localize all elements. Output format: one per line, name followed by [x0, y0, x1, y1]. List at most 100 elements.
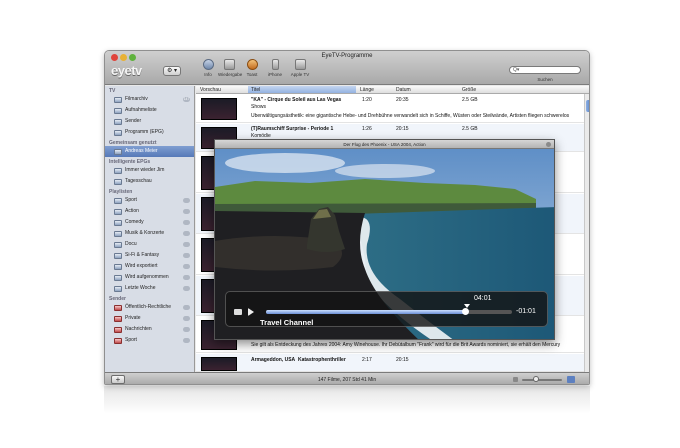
appletv-button[interactable]: Apple TV [289, 59, 311, 77]
playlist-icon [114, 231, 122, 237]
toast-icon [246, 59, 258, 70]
titlebar: EyeTV-Programme eyetv ⚙ ▾ Info Wiedergab… [105, 51, 589, 85]
sidebar-item-private[interactable]: Private [105, 313, 194, 324]
count-badge [183, 338, 190, 343]
remaining-time: -01:01 [516, 308, 536, 315]
sidebar-item-exporting[interactable]: Wird exportiert [105, 261, 194, 272]
info-button[interactable]: Info [197, 59, 219, 77]
sidebar-item-comedy[interactable]: Comedy [105, 217, 194, 228]
iphone-button[interactable]: iPhone [264, 59, 286, 77]
count-badge [183, 198, 190, 203]
count-badge [183, 286, 190, 291]
channel-group-icon [114, 305, 122, 311]
sidebar-item-programm[interactable]: Programm (EPG) [105, 127, 194, 138]
playlist-icon [114, 209, 122, 215]
playlist-icon [114, 253, 122, 259]
sidebar-item-label: Aufnahmeliste [125, 107, 157, 113]
sidebar-item-sport[interactable]: Sport [105, 195, 194, 206]
row-title: Armageddon, USA [251, 357, 296, 363]
count-badge [183, 305, 190, 310]
table-header: Vorschau Titel Länge Datum Größe [196, 86, 589, 94]
sidebar-group-tv: TV [109, 88, 116, 94]
sidebar-item-channel-sport[interactable]: Sport [105, 335, 194, 346]
sidebar-item-label: Private [125, 315, 141, 321]
iphone-label: iPhone [267, 72, 282, 77]
info-label: Info [204, 72, 212, 77]
count-badge [183, 253, 190, 258]
sidebar-item-recording[interactable]: Wird aufgenommen [105, 272, 194, 283]
sidebar-item-action[interactable]: Action [105, 206, 194, 217]
sidebar-item-andreas-meier[interactable]: Andreas Meier [105, 146, 194, 157]
row-title: (T)Raumschiff Surprise - Periode 1 [251, 126, 334, 132]
sidebar-item-label: Tagesschau [125, 178, 152, 184]
channel-group-icon [114, 338, 122, 344]
sidebar-item-label: Action [125, 208, 139, 214]
bottom-bar: + 147 Filme, 207 Std 41 Min [105, 372, 589, 384]
search-input[interactable]: Q▾ [509, 66, 581, 74]
sidebar-item-label: Letzte Woche [125, 285, 156, 291]
row-length: 1:20 [362, 97, 372, 103]
row-description: Sie gilt als Entdeckung des Jahres 2004:… [251, 342, 561, 348]
sidebar-item-label: Programm (EPG) [125, 129, 164, 135]
window-reflection [104, 386, 590, 414]
table-row[interactable]: Armageddon, USA Katastrophenthriller 2:1… [196, 354, 589, 372]
playlist-icon [114, 275, 122, 281]
playback-label: Wiedergabe [218, 72, 243, 77]
sidebar-item-scifi[interactable]: Si-Fi & Fantasy [105, 250, 194, 261]
playback-button[interactable]: Wiedergabe [218, 59, 243, 77]
elapsed-time: 04:01 [474, 295, 492, 302]
sidebar-group-playlists: Playlisten [109, 189, 133, 195]
count-badge [183, 316, 190, 321]
appletv-icon [294, 59, 306, 70]
playlist-icon [114, 242, 122, 248]
column-preview[interactable]: Vorschau [200, 87, 221, 93]
playback-controls: 04:01 -01:01 Travel Channel [225, 291, 548, 327]
sidebar-item-filmarchiv[interactable]: Filmarchiv 147 [105, 94, 194, 105]
sidebar-item-aufnahmeliste[interactable]: Aufnahmeliste [105, 105, 194, 116]
cloud [225, 153, 345, 173]
window-title: EyeTV-Programme [321, 53, 373, 59]
close-player-icon[interactable] [546, 142, 551, 147]
info-icon [202, 59, 214, 70]
play-button[interactable] [248, 308, 254, 316]
sidebar-item-label: Musik & Konzerte [125, 230, 165, 236]
column-title[interactable]: Titel [248, 86, 356, 93]
row-length: 2:17 [362, 357, 372, 363]
vertical-scrollbar[interactable] [584, 94, 589, 372]
progress-track[interactable] [266, 308, 512, 315]
progress-knob[interactable] [462, 308, 470, 315]
thumbnail-size-slider[interactable] [522, 379, 562, 381]
column-date[interactable]: Datum [396, 87, 411, 93]
sidebar-item-musik[interactable]: Musik & Konzerte [105, 228, 194, 239]
rewind-icon[interactable] [234, 309, 242, 315]
sidebar-item-sender[interactable]: Sender [105, 116, 194, 127]
toast-button[interactable]: Toast [241, 59, 263, 77]
column-length[interactable]: Länge [360, 87, 374, 93]
count-badge: 147 [183, 97, 190, 102]
slider-knob[interactable] [533, 376, 539, 382]
sidebar-item-docu[interactable]: Docu [105, 239, 194, 250]
count-badge [183, 242, 190, 247]
recordings-icon [114, 108, 122, 114]
playlist-icon [114, 264, 122, 270]
scrollbar-knob[interactable] [586, 100, 589, 112]
row-genre: Shows [251, 104, 267, 110]
column-size[interactable]: Größe [462, 87, 476, 93]
play-icon [223, 59, 235, 70]
table-row[interactable]: "KÀ" - Cirque du Soleil aus Las Vegas Sh… [196, 95, 589, 123]
smart-epg-icon [114, 168, 122, 174]
channel-name: Travel Channel [260, 318, 314, 327]
row-description: Überwältigungsästhetik: eine gigantische… [251, 113, 570, 119]
sidebar-item-label: Immer wieder Jim [125, 167, 165, 173]
sidebar-item-public[interactable]: Öffentlich-Rechtliche [105, 302, 194, 313]
sidebar-group-channels: Sender [109, 296, 126, 302]
video-player-window: Der Flug des Phoenix - USA 2004, Action … [214, 139, 555, 340]
gear-menu-button[interactable]: ⚙ ▾ [163, 66, 181, 76]
archive-icon [114, 97, 122, 103]
sidebar-item-label: Wird aufgenommen [125, 274, 169, 280]
sidebar-item-tagesschau[interactable]: Tagesschau [105, 176, 194, 187]
preview-thumbnail [201, 357, 237, 371]
sidebar-item-last-week[interactable]: Letzte Woche [105, 283, 194, 294]
sidebar-item-immer-wieder-jim[interactable]: Immer wieder Jim [105, 165, 194, 176]
sidebar-item-news[interactable]: Nachrichten [105, 324, 194, 335]
